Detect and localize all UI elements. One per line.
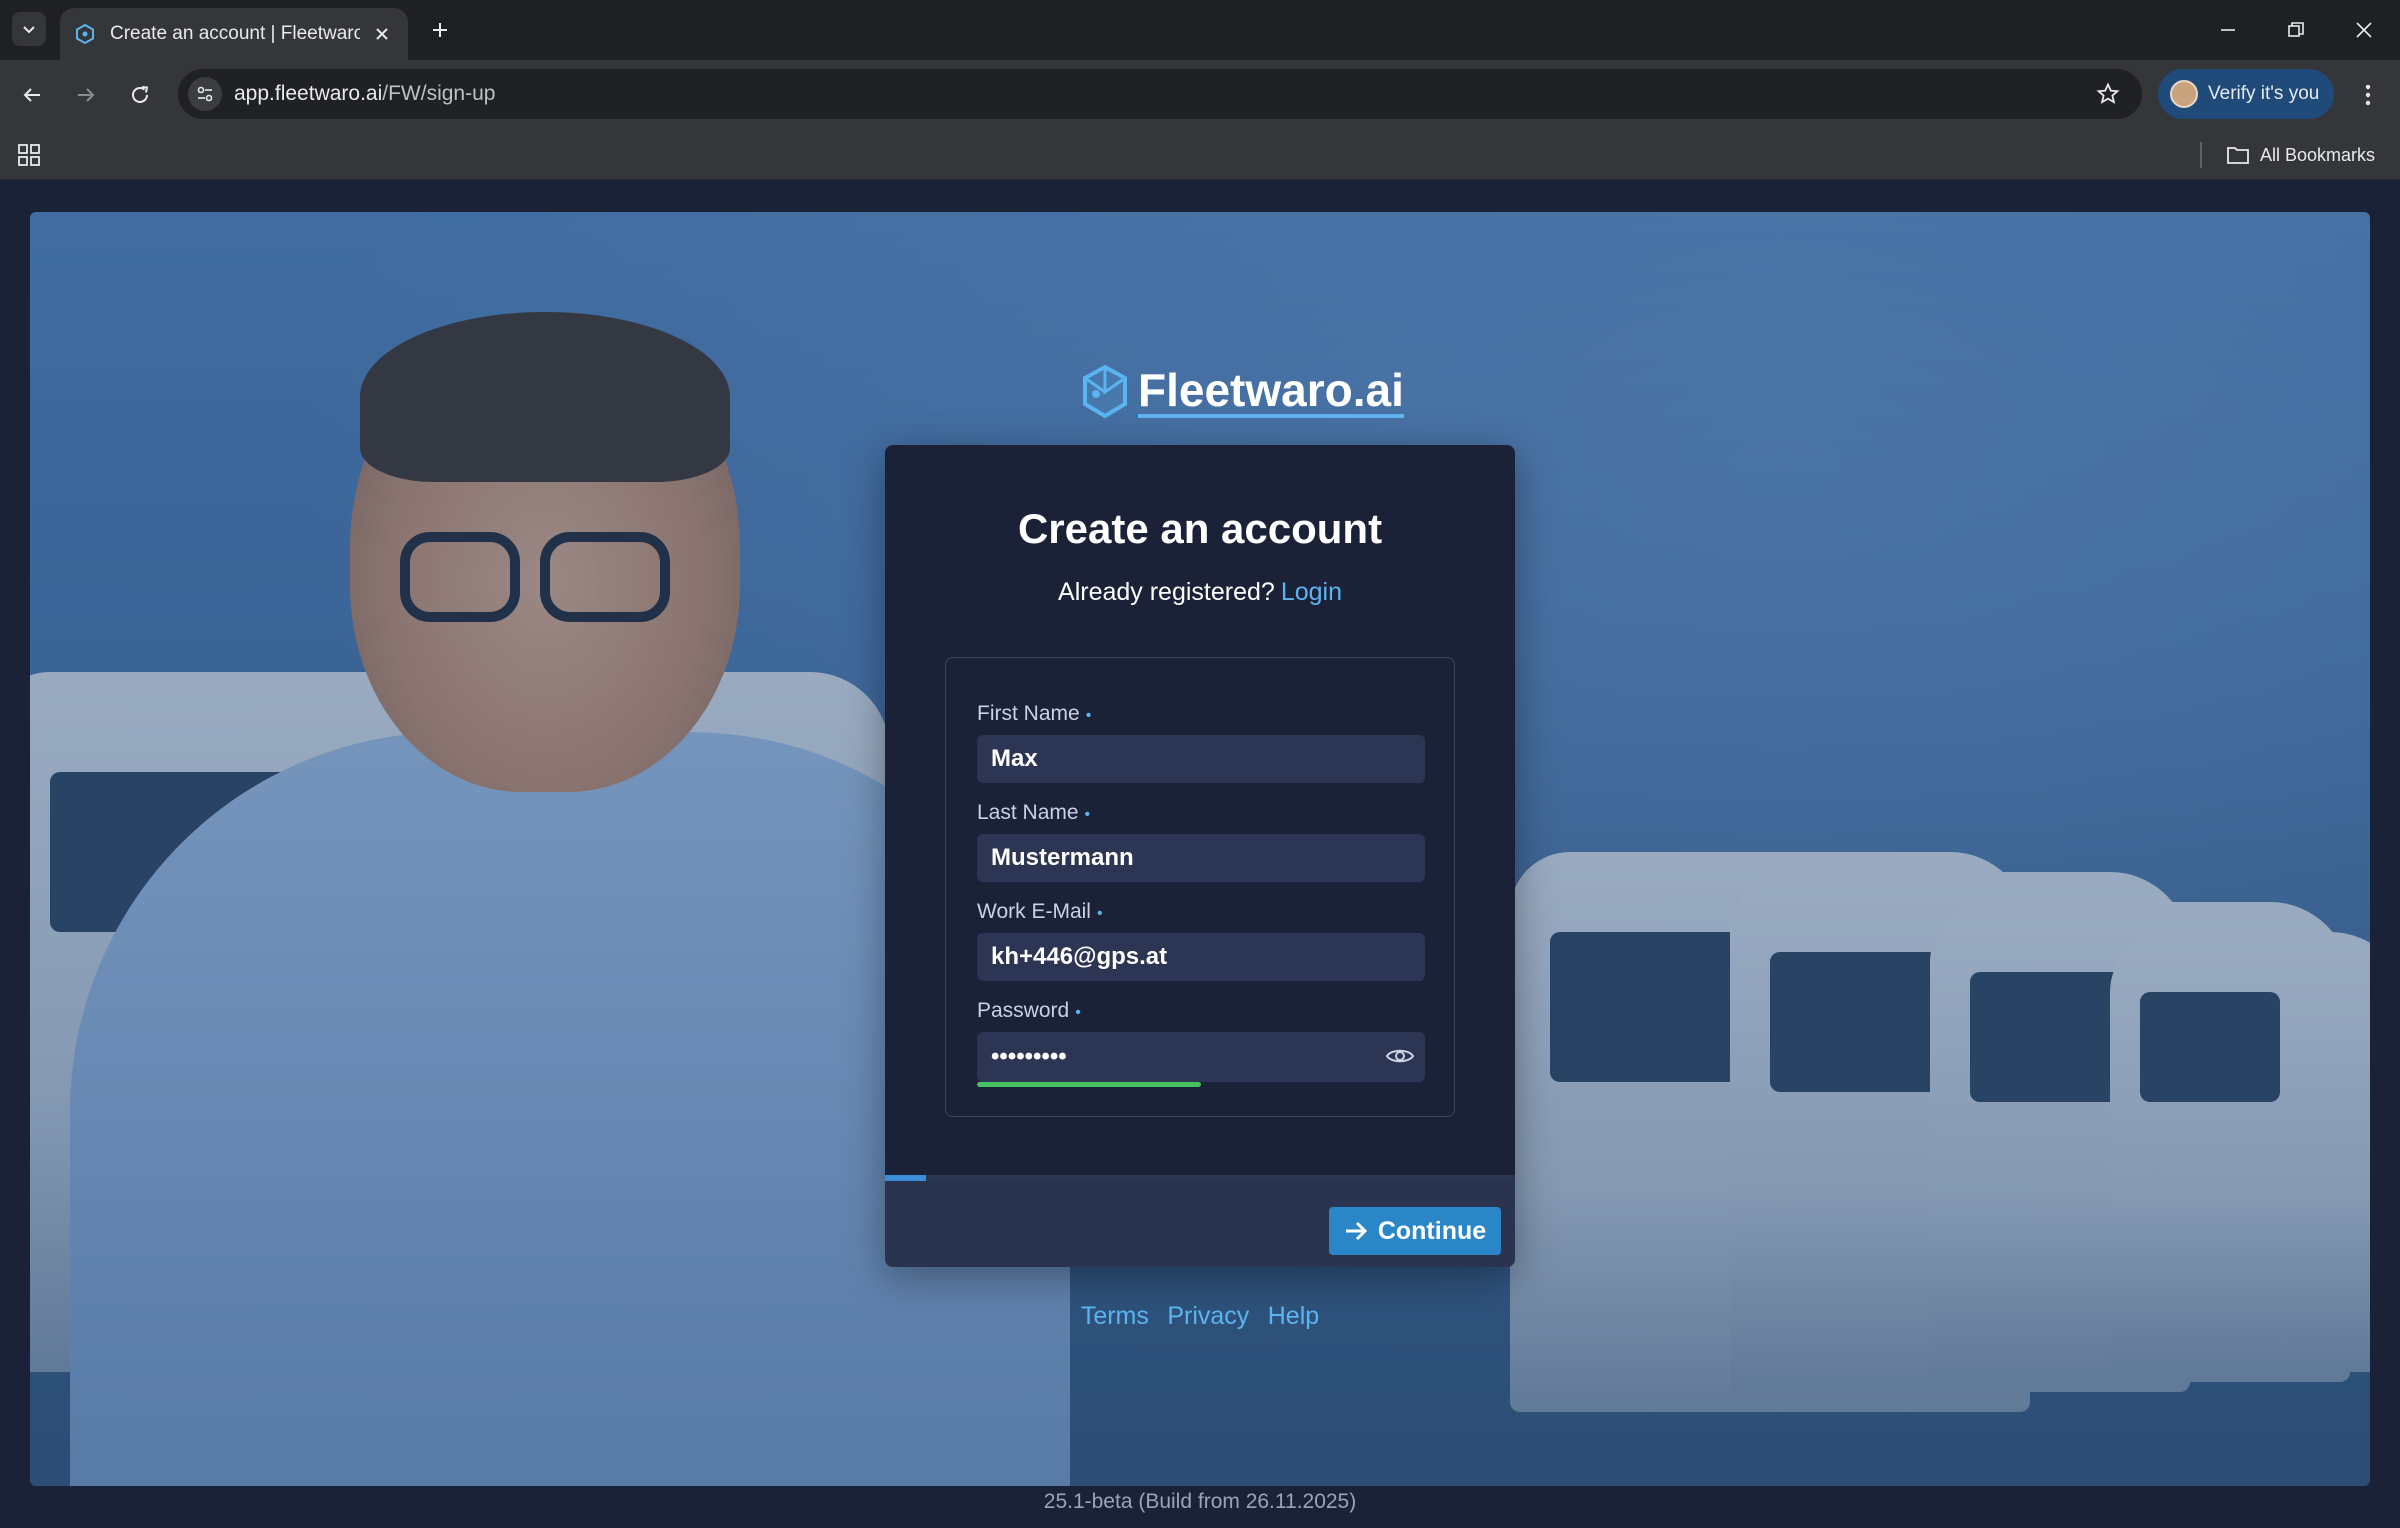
signup-card: Create an account Already registered? Log…: [885, 445, 1515, 1267]
more-vert-icon: [2365, 84, 2371, 106]
star-icon: [2096, 82, 2120, 104]
tab-close-button[interactable]: [370, 22, 394, 46]
version-info: 25.1-beta (Build from 26.11.2025): [1043, 1490, 1357, 1513]
close-icon: [2356, 22, 2372, 38]
forward-button[interactable]: [66, 75, 106, 115]
address-bar[interactable]: app.fleetwaro.ai/FW/sign-up: [178, 69, 2142, 119]
page-title: Create an account: [1017, 505, 1383, 552]
site-info-button[interactable]: [188, 77, 222, 111]
reload-icon: [132, 86, 149, 103]
arrow-right-icon: [78, 88, 95, 102]
first-name-label: First Name •: [977, 702, 1092, 725]
password-strength-meter: [977, 1082, 1425, 1087]
login-prompt: Already registered? Login: [1058, 578, 1342, 606]
footer-links: Terms Privacy Help: [30, 1302, 2370, 1331]
browser-tab-active[interactable]: Create an account | Fleetwaro.ai: [60, 8, 408, 60]
login-link[interactable]: Login: [1281, 578, 1342, 606]
avatar: [2170, 80, 2198, 108]
work-email-input[interactable]: kh+446@gps.at: [977, 933, 1425, 981]
help-link[interactable]: Help: [1268, 1302, 1319, 1330]
tab-search-button[interactable]: [12, 12, 46, 46]
brand-name: Fleetwaro.ai: [1138, 364, 1404, 418]
plus-icon: [433, 23, 447, 37]
password-label: Password •: [977, 999, 1081, 1022]
required-marker: •: [1075, 1004, 1081, 1021]
continue-button[interactable]: Continue: [1329, 1207, 1501, 1255]
apps-grid-icon[interactable]: [16, 142, 42, 168]
required-marker: •: [1096, 905, 1103, 922]
bookmarks-bar: All Bookmarks: [0, 130, 2400, 180]
back-button[interactable]: [12, 75, 52, 115]
signup-form: First Name • Max Last Name • Mustermann Wo…: [945, 657, 1455, 1117]
arrow-right-icon: [1345, 1221, 1367, 1241]
signup-page: Fleetwaro.ai Create an account Already r…: [30, 212, 2370, 1486]
work-email-label: Work E-Mail •: [977, 900, 1103, 923]
password-strength-fill: [977, 1082, 1201, 1087]
bookmarks-divider: [2200, 142, 2202, 168]
reload-button[interactable]: [120, 75, 160, 115]
browser-titlebar: Create an account | Fleetwaro.ai: [0, 0, 2400, 60]
fleetwaro-favicon-icon: [76, 23, 94, 45]
fleetwaro-logo-icon: [1083, 364, 1127, 419]
tune-icon: [197, 86, 213, 102]
new-tab-button[interactable]: [424, 14, 456, 46]
bookmark-star-button[interactable]: [2094, 80, 2122, 108]
all-bookmarks-button[interactable]: All Bookmarks: [2226, 140, 2375, 170]
chevron-down-icon: [23, 26, 35, 34]
last-name-input[interactable]: Mustermann: [977, 834, 1425, 882]
required-marker: •: [1084, 806, 1091, 823]
password-input[interactable]: •••••••••: [977, 1032, 1425, 1082]
first-name-input[interactable]: Max: [977, 735, 1425, 783]
window-close-button[interactable]: [2340, 10, 2388, 50]
minimize-button[interactable]: [2204, 10, 2252, 50]
privacy-link[interactable]: Privacy: [1167, 1302, 1249, 1330]
url-text: app.fleetwaro.ai/FW/sign-up: [234, 82, 496, 105]
browser-menu-button[interactable]: [2350, 75, 2386, 115]
browser-toolbar: app.fleetwaro.ai/FW/sign-up Verify it's …: [0, 60, 2400, 130]
restore-icon: [2288, 22, 2304, 37]
terms-link[interactable]: Terms: [1081, 1302, 1149, 1330]
close-icon: [376, 28, 388, 40]
arrow-left-icon: [23, 88, 40, 102]
tab-title: Create an account | Fleetwaro.ai: [110, 23, 360, 44]
card-footer: Continue: [885, 1181, 1515, 1267]
eye-icon[interactable]: [1385, 1044, 1415, 1068]
brand-logo: Fleetwaro.ai: [1080, 362, 1404, 422]
restore-button[interactable]: [2272, 10, 2320, 50]
last-name-label: Last Name •: [977, 801, 1091, 824]
folder-icon: [2227, 147, 2249, 164]
minimize-icon: [2221, 29, 2235, 31]
required-marker: •: [1085, 707, 1092, 724]
profile-verify-button[interactable]: Verify it's you: [2158, 69, 2334, 119]
